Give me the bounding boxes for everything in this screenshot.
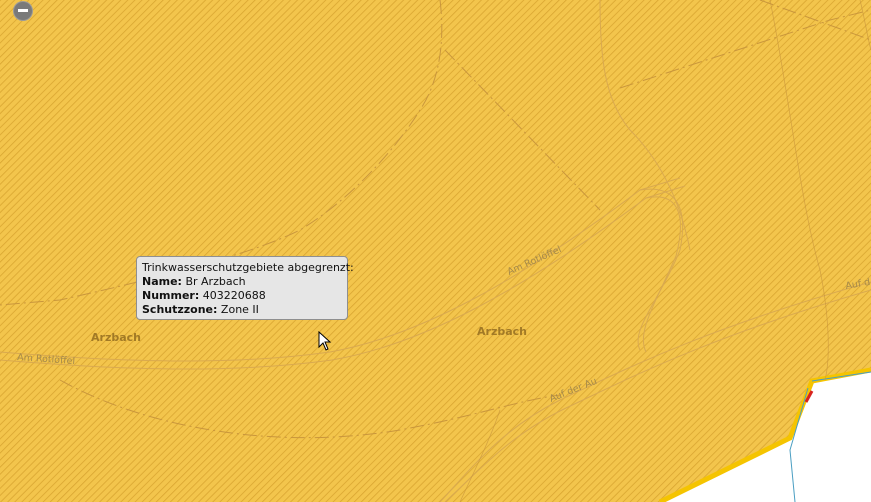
tooltip-name-row: Name: Br Arzbach <box>142 275 342 289</box>
feature-info-tooltip: Trinkwasserschutzgebiete abgegrenzt: Nam… <box>136 256 354 320</box>
tooltip-number-label: Nummer: <box>142 289 200 302</box>
tooltip-name-value: Br Arzbach <box>185 275 246 288</box>
tooltip-name-label: Name: <box>142 275 182 288</box>
tooltip-number-row: Nummer: 403220688 <box>142 289 342 303</box>
minus-icon <box>18 9 28 12</box>
zoom-out-button[interactable] <box>14 2 32 20</box>
place-label-arzbach-east: Arzbach <box>477 325 527 338</box>
tooltip-zone-label: Schutzzone: <box>142 303 218 316</box>
tooltip-zone-value: Zone II <box>220 303 259 316</box>
tooltip-number-value: 403220688 <box>202 289 266 302</box>
arrow-cursor-icon <box>318 331 332 351</box>
tooltip-zone-row: Schutzzone: Zone II <box>142 303 342 317</box>
map-canvas[interactable]: Arzbach Arzbach Am Rotlöffel Am Rotlöffe… <box>0 0 871 502</box>
tooltip-title: Trinkwasserschutzgebiete abgegrenzt: <box>142 261 354 274</box>
place-label-arzbach-west: Arzbach <box>91 331 141 344</box>
